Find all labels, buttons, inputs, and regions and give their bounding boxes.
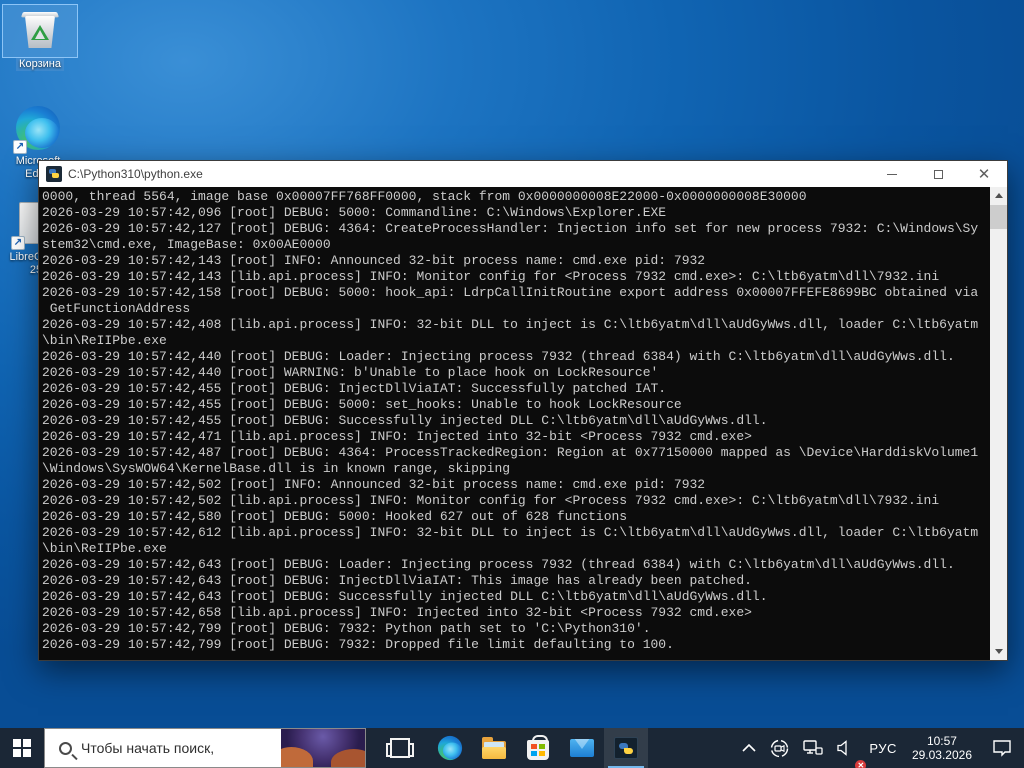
console-line: 2026-03-29 10:57:42,127 [root] DEBUG: 43… bbox=[42, 221, 979, 236]
network-status-button[interactable] bbox=[796, 728, 830, 768]
scroll-down-button[interactable] bbox=[990, 643, 1007, 660]
python-console-icon bbox=[614, 737, 638, 759]
speaker-muted-icon bbox=[837, 740, 848, 756]
scrollbar-thumb[interactable] bbox=[990, 205, 1007, 229]
search-icon bbox=[59, 741, 72, 755]
console-line: 2026-03-29 10:57:42,408 [lib.api.process… bbox=[42, 317, 979, 332]
console-window: C:\Python310\python.exe ✕ 0000, thread 5… bbox=[38, 160, 1008, 661]
console-line: GetFunctionAddress bbox=[42, 301, 191, 316]
minimize-button[interactable] bbox=[869, 161, 915, 187]
console-line: 2026-03-29 10:57:42,455 [root] DEBUG: In… bbox=[42, 381, 667, 396]
volume-button[interactable]: ✕ bbox=[830, 728, 867, 768]
console-line: 2026-03-29 10:57:42,440 [root] WARNING: … bbox=[42, 365, 659, 380]
console-line: 2026-03-29 10:57:42,096 [root] DEBUG: 50… bbox=[42, 205, 667, 220]
shortcut-arrow-icon: ↗ bbox=[13, 140, 27, 154]
console-line: 2026-03-29 10:57:42,643 [root] DEBUG: Lo… bbox=[42, 557, 955, 572]
task-view-button[interactable] bbox=[378, 728, 422, 768]
console-line: stem32\cmd.exe, ImageBase: 0x00AE0000 bbox=[42, 237, 331, 252]
console-line: 0000, thread 5564, image base 0x00007FF7… bbox=[42, 189, 807, 204]
taskbar-mail-button[interactable] bbox=[560, 728, 604, 768]
language-indicator[interactable]: РУС bbox=[862, 728, 904, 768]
console-line: 2026-03-29 10:57:42,158 [root] DEBUG: 50… bbox=[42, 285, 979, 300]
recycle-bin-icon bbox=[17, 8, 63, 54]
console-line: 2026-03-29 10:57:42,612 [lib.api.process… bbox=[42, 525, 979, 540]
icon-label: Корзина bbox=[16, 58, 64, 71]
taskbar: Чтобы начать поиск, ✕ РУС 10:57 29.03.20… bbox=[0, 728, 1024, 768]
action-center-button[interactable] bbox=[980, 728, 1024, 768]
maximize-button[interactable] bbox=[915, 161, 961, 187]
mail-icon bbox=[570, 739, 594, 757]
desktop-icon-recycle-bin[interactable]: Корзина bbox=[2, 4, 78, 72]
console-output[interactable]: 0000, thread 5564, image base 0x00007FF7… bbox=[39, 187, 990, 660]
clock-time: 10:57 bbox=[926, 734, 957, 748]
mute-badge-icon: ✕ bbox=[855, 760, 867, 768]
console-line: \Windows\SysWOW64\KernelBase.dll is in k… bbox=[42, 461, 511, 476]
close-button[interactable]: ✕ bbox=[961, 161, 1007, 187]
taskbar-store-button[interactable] bbox=[516, 728, 560, 768]
console-line: 2026-03-29 10:57:42,455 [root] DEBUG: 50… bbox=[42, 397, 682, 412]
console-line: 2026-03-29 10:57:42,440 [root] DEBUG: Lo… bbox=[42, 349, 955, 364]
vertical-scrollbar[interactable] bbox=[990, 187, 1007, 660]
console-line: 2026-03-29 10:57:42,643 [root] DEBUG: In… bbox=[42, 573, 752, 588]
meet-now-button[interactable] bbox=[763, 728, 796, 768]
network-ethernet-icon bbox=[803, 740, 824, 755]
microsoft-store-icon bbox=[527, 735, 549, 760]
file-explorer-icon bbox=[482, 736, 506, 759]
python-app-icon bbox=[46, 166, 62, 182]
console-line: 2026-03-29 10:57:42,658 [lib.api.process… bbox=[42, 605, 752, 620]
console-line: 2026-03-29 10:57:42,143 [root] INFO: Ann… bbox=[42, 253, 706, 268]
meet-now-camera-icon bbox=[771, 739, 789, 757]
search-placeholder: Чтобы начать поиск, bbox=[81, 740, 215, 756]
console-line: 2026-03-29 10:57:42,799 [root] DEBUG: 79… bbox=[42, 621, 651, 636]
taskbar-clock[interactable]: 10:57 29.03.2026 bbox=[904, 734, 980, 762]
chevron-up-icon bbox=[742, 743, 756, 752]
console-line: \bin\ReIIPbe.exe bbox=[42, 333, 167, 348]
console-line: \bin\ReIIPbe.exe bbox=[42, 541, 167, 556]
taskbar-python-button[interactable] bbox=[604, 728, 648, 768]
console-line: 2026-03-29 10:57:42,471 [lib.api.process… bbox=[42, 429, 752, 444]
action-center-icon bbox=[993, 740, 1011, 757]
console-line: 2026-03-29 10:57:42,143 [lib.api.process… bbox=[42, 269, 940, 284]
edge-icon bbox=[437, 735, 463, 761]
scroll-up-button[interactable] bbox=[990, 187, 1007, 204]
console-line: 2026-03-29 10:57:42,580 [root] DEBUG: 50… bbox=[42, 509, 628, 524]
start-button[interactable] bbox=[0, 728, 44, 768]
console-line: 2026-03-29 10:57:42,487 [root] DEBUG: 43… bbox=[42, 445, 979, 460]
console-line: 2026-03-29 10:57:42,643 [root] DEBUG: Su… bbox=[42, 589, 768, 604]
window-title: C:\Python310\python.exe bbox=[68, 167, 203, 181]
clock-date: 29.03.2026 bbox=[911, 748, 972, 762]
taskbar-edge-button[interactable] bbox=[428, 728, 472, 768]
search-highlight-image[interactable] bbox=[281, 729, 365, 767]
edge-icon: ↗ bbox=[13, 106, 61, 154]
windows-logo-icon bbox=[13, 739, 31, 757]
console-line: 2026-03-29 10:57:42,502 [lib.api.process… bbox=[42, 493, 940, 508]
shortcut-arrow-icon: ↗ bbox=[11, 236, 25, 250]
window-titlebar[interactable]: C:\Python310\python.exe ✕ bbox=[39, 161, 1007, 187]
console-line: 2026-03-29 10:57:42,799 [root] DEBUG: 79… bbox=[42, 637, 674, 652]
console-line: 2026-03-29 10:57:42,502 [root] INFO: Ann… bbox=[42, 477, 706, 492]
taskbar-search[interactable]: Чтобы начать поиск, bbox=[44, 728, 366, 768]
taskbar-explorer-button[interactable] bbox=[472, 728, 516, 768]
console-line: 2026-03-29 10:57:42,455 [root] DEBUG: Su… bbox=[42, 413, 768, 428]
task-view-icon bbox=[386, 738, 414, 758]
tray-overflow-button[interactable] bbox=[735, 728, 763, 768]
